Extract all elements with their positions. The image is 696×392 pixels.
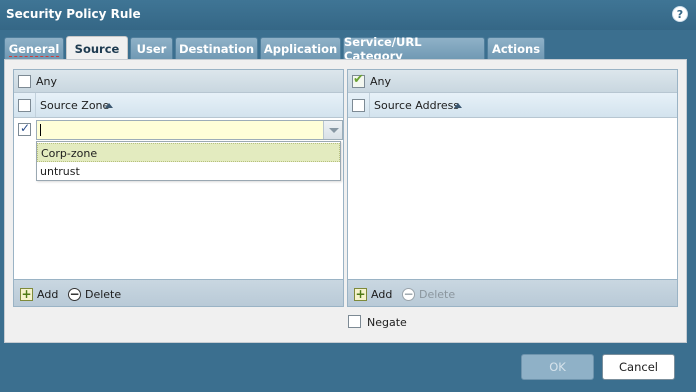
source-zone-row-checkbox[interactable]: [18, 121, 31, 136]
source-zone-any-row: Any: [14, 70, 343, 93]
source-address-delete-button[interactable]: − Delete: [402, 286, 455, 302]
source-zone-select-all-checkbox[interactable]: [18, 99, 31, 112]
help-icon[interactable]: ?: [672, 6, 688, 22]
tab-service-url-category[interactable]: Service/URL Category: [343, 35, 485, 63]
source-zone-list: Any Source Zone Corp-zone untrust + Add …: [13, 69, 344, 307]
sort-ascending-icon[interactable]: [454, 103, 462, 108]
source-address-header: Source Address: [348, 93, 677, 118]
source-address-any-row: Any: [348, 70, 677, 93]
dropdown-arrow-icon[interactable]: [323, 121, 342, 139]
sort-ascending-icon[interactable]: [105, 103, 113, 108]
source-zone-add-button[interactable]: + Add: [20, 286, 58, 302]
minus-icon: −: [68, 287, 81, 301]
source-zone-dropdown: Corp-zone untrust: [36, 141, 341, 181]
source-zone-footer: + Add − Delete: [14, 279, 343, 306]
source-address-select-all-checkbox[interactable]: [352, 99, 365, 112]
dropdown-option-corp-zone[interactable]: Corp-zone: [37, 143, 340, 162]
source-address-list: Any Source Address + Add − Delete: [347, 69, 678, 307]
tab-actions[interactable]: Actions: [487, 37, 545, 60]
text-cursor: [40, 124, 41, 136]
dropdown-option-untrust[interactable]: untrust: [37, 162, 340, 181]
dialog-title: Security Policy Rule: [6, 7, 141, 21]
dialog-title-bar: Security Policy Rule ?: [0, 0, 696, 30]
source-address-any-checkbox[interactable]: [352, 72, 365, 88]
tab-user[interactable]: User: [130, 37, 173, 60]
cancel-button[interactable]: Cancel: [602, 354, 675, 380]
source-zone-combobox[interactable]: [36, 120, 343, 140]
source-address-add-button[interactable]: + Add: [354, 286, 392, 302]
ok-button[interactable]: OK: [521, 354, 594, 380]
tab-destination[interactable]: Destination: [175, 37, 258, 60]
tab-content-panel: Any Source Zone Corp-zone untrust + Add …: [4, 59, 687, 343]
negate-label: Negate: [367, 316, 407, 329]
plus-icon: +: [354, 287, 367, 301]
source-address-column-header[interactable]: Source Address: [374, 99, 459, 112]
plus-icon: +: [20, 287, 33, 301]
source-zone-delete-button[interactable]: − Delete: [68, 286, 121, 302]
tab-application[interactable]: Application: [260, 37, 341, 60]
source-zone-header: Source Zone: [14, 93, 343, 118]
source-address-footer: + Add − Delete: [348, 279, 677, 306]
source-zone-column-header[interactable]: Source Zone: [40, 99, 109, 112]
source-address-any-label: Any: [370, 75, 392, 88]
column-divider: [369, 93, 370, 117]
source-zone-any-label: Any: [36, 75, 58, 88]
source-zone-any-checkbox[interactable]: [18, 75, 31, 88]
tab-source[interactable]: Source: [66, 36, 128, 60]
negate-checkbox[interactable]: [348, 315, 361, 328]
column-divider: [35, 93, 36, 117]
tab-general[interactable]: General: [4, 37, 64, 60]
minus-icon: −: [402, 287, 415, 301]
